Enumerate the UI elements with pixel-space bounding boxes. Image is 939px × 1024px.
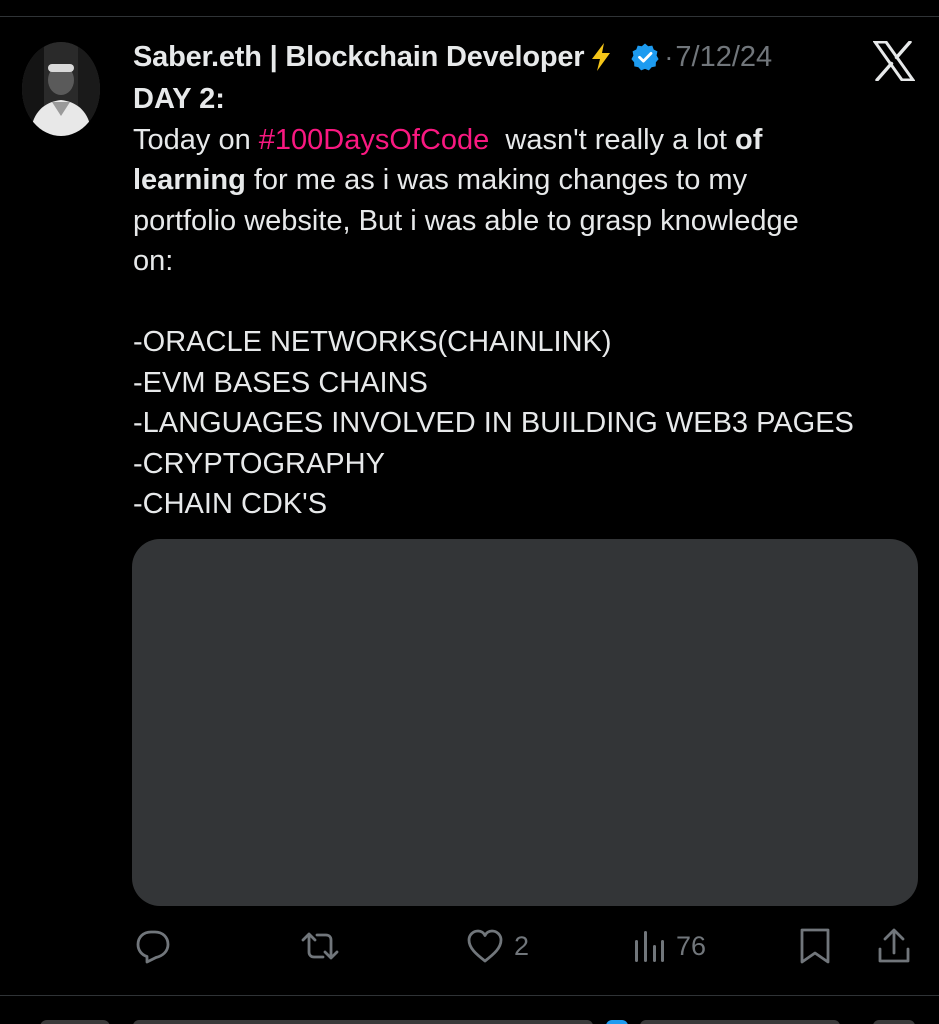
views-chart-icon: [632, 928, 666, 964]
list-item: -LANGUAGES INVOLVED IN BUILDING WEB3 PAG…: [133, 407, 854, 439]
tweet-date[interactable]: 7/12/24: [675, 41, 772, 74]
list-item: -EVM BASES CHAINS: [133, 366, 428, 399]
line1-post: wasn't really a lot: [489, 123, 735, 156]
like-count: 2: [514, 930, 530, 961]
tweet-line-1: Today on #100DaysOfCode wasn't really a …: [133, 120, 903, 161]
next-name-edge: [133, 1020, 593, 1024]
next-x-logo-edge: [873, 1020, 915, 1024]
tweet-actions: 2 76: [0, 924, 939, 968]
bold-phrase-1: of: [735, 123, 763, 156]
verified-badge-icon[interactable]: [630, 42, 660, 72]
retweet-button[interactable]: [300, 924, 350, 968]
heart-icon: [466, 928, 504, 964]
tweet-card[interactable]: Saber.eth | Blockchain Developer · 7/12/…: [0, 17, 939, 995]
like-button[interactable]: 2: [466, 924, 529, 968]
reply-button[interactable]: [134, 924, 182, 968]
tweet-line-4: on:: [133, 245, 174, 277]
bookmark-icon: [798, 927, 832, 965]
views-button[interactable]: 76: [632, 924, 706, 968]
next-avatar-edge: [40, 1020, 110, 1024]
lightning-icon: [590, 42, 612, 72]
avatar[interactable]: [22, 42, 100, 136]
bookmark-button[interactable]: [798, 924, 832, 968]
bottom-divider: [0, 995, 939, 996]
reply-icon: [134, 927, 172, 965]
tweet-title: DAY 2:: [133, 83, 225, 115]
tweet-header: Saber.eth | Blockchain Developer · 7/12/…: [133, 37, 772, 77]
views-count: 76: [676, 930, 707, 961]
list-item: -ORACLE NETWORKS(CHAINLINK): [133, 326, 612, 358]
x-logo-icon[interactable]: [872, 40, 916, 82]
line1-pre: Today on: [133, 123, 259, 156]
list-item: -CRYPTOGRAPHY: [133, 447, 385, 480]
display-name[interactable]: Saber.eth | Blockchain Developer: [133, 41, 585, 74]
next-tweet-preview: [0, 1014, 939, 1024]
share-icon: [876, 927, 912, 965]
tweet-body: DAY 2: Today on #100DaysOfCode wasn't re…: [133, 79, 903, 525]
avatar-image: [22, 42, 100, 136]
bold-phrase-2: learning: [133, 164, 246, 196]
header-separator: ·: [664, 41, 674, 72]
list-item: -CHAIN CDK'S: [133, 488, 328, 520]
next-verified-edge: [606, 1020, 628, 1024]
hashtag-link[interactable]: #100DaysOfCode: [259, 124, 490, 156]
media-placeholder[interactable]: [132, 539, 918, 906]
share-button[interactable]: [876, 924, 912, 968]
tweet-line-3: portfolio website, But i was able to gra…: [133, 204, 799, 237]
retweet-icon: [300, 927, 340, 965]
next-date-edge: [640, 1020, 840, 1024]
line2-rest: for me as i was making changes to my: [245, 164, 748, 196]
tweet-line-2: learning for me as i was making changes …: [133, 160, 903, 201]
